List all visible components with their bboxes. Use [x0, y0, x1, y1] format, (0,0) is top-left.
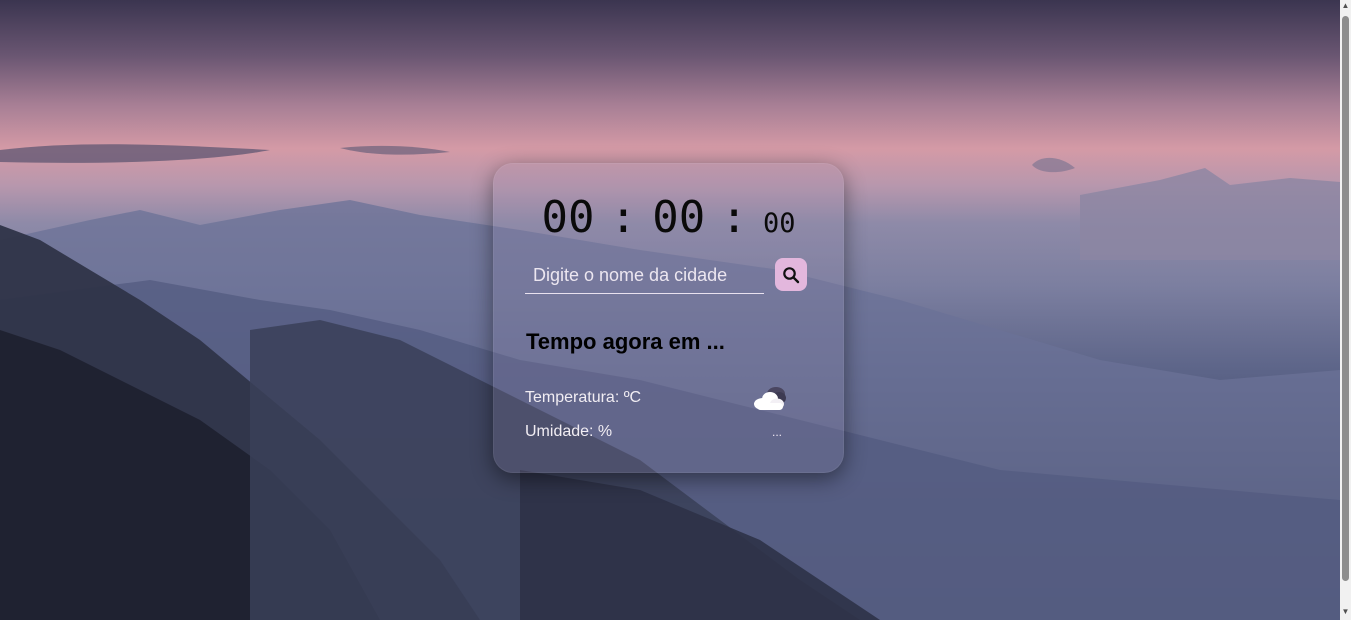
weather-card: 00 : 00 : 00 Tempo agora em ... Temperat…	[493, 163, 844, 473]
clock-separator: :	[720, 192, 748, 243]
humidity-label: Umidade: %	[525, 423, 613, 440]
clock-minutes: 00	[652, 192, 706, 243]
search-button[interactable]	[775, 258, 807, 291]
clock-hours: 00	[541, 192, 595, 243]
clock-seconds: 00	[763, 208, 796, 239]
scroll-thumb[interactable]	[1342, 16, 1349, 581]
temperature-label: Temperatura: ºC	[525, 389, 642, 406]
cloud-icon	[754, 387, 786, 410]
clock-separator: :	[610, 192, 637, 243]
digital-clock: 00 : 00 : 00	[493, 193, 844, 249]
city-search-input[interactable]	[525, 258, 764, 294]
scroll-up-arrow-icon[interactable]: ▲	[1341, 0, 1350, 12]
weather-description: ...	[772, 425, 783, 439]
vertical-scrollbar[interactable]: ▲ ▼	[1340, 0, 1351, 620]
scroll-down-arrow-icon[interactable]: ▼	[1341, 606, 1350, 618]
weather-heading: Tempo agora em ...	[526, 329, 725, 354]
search-icon	[783, 266, 800, 283]
